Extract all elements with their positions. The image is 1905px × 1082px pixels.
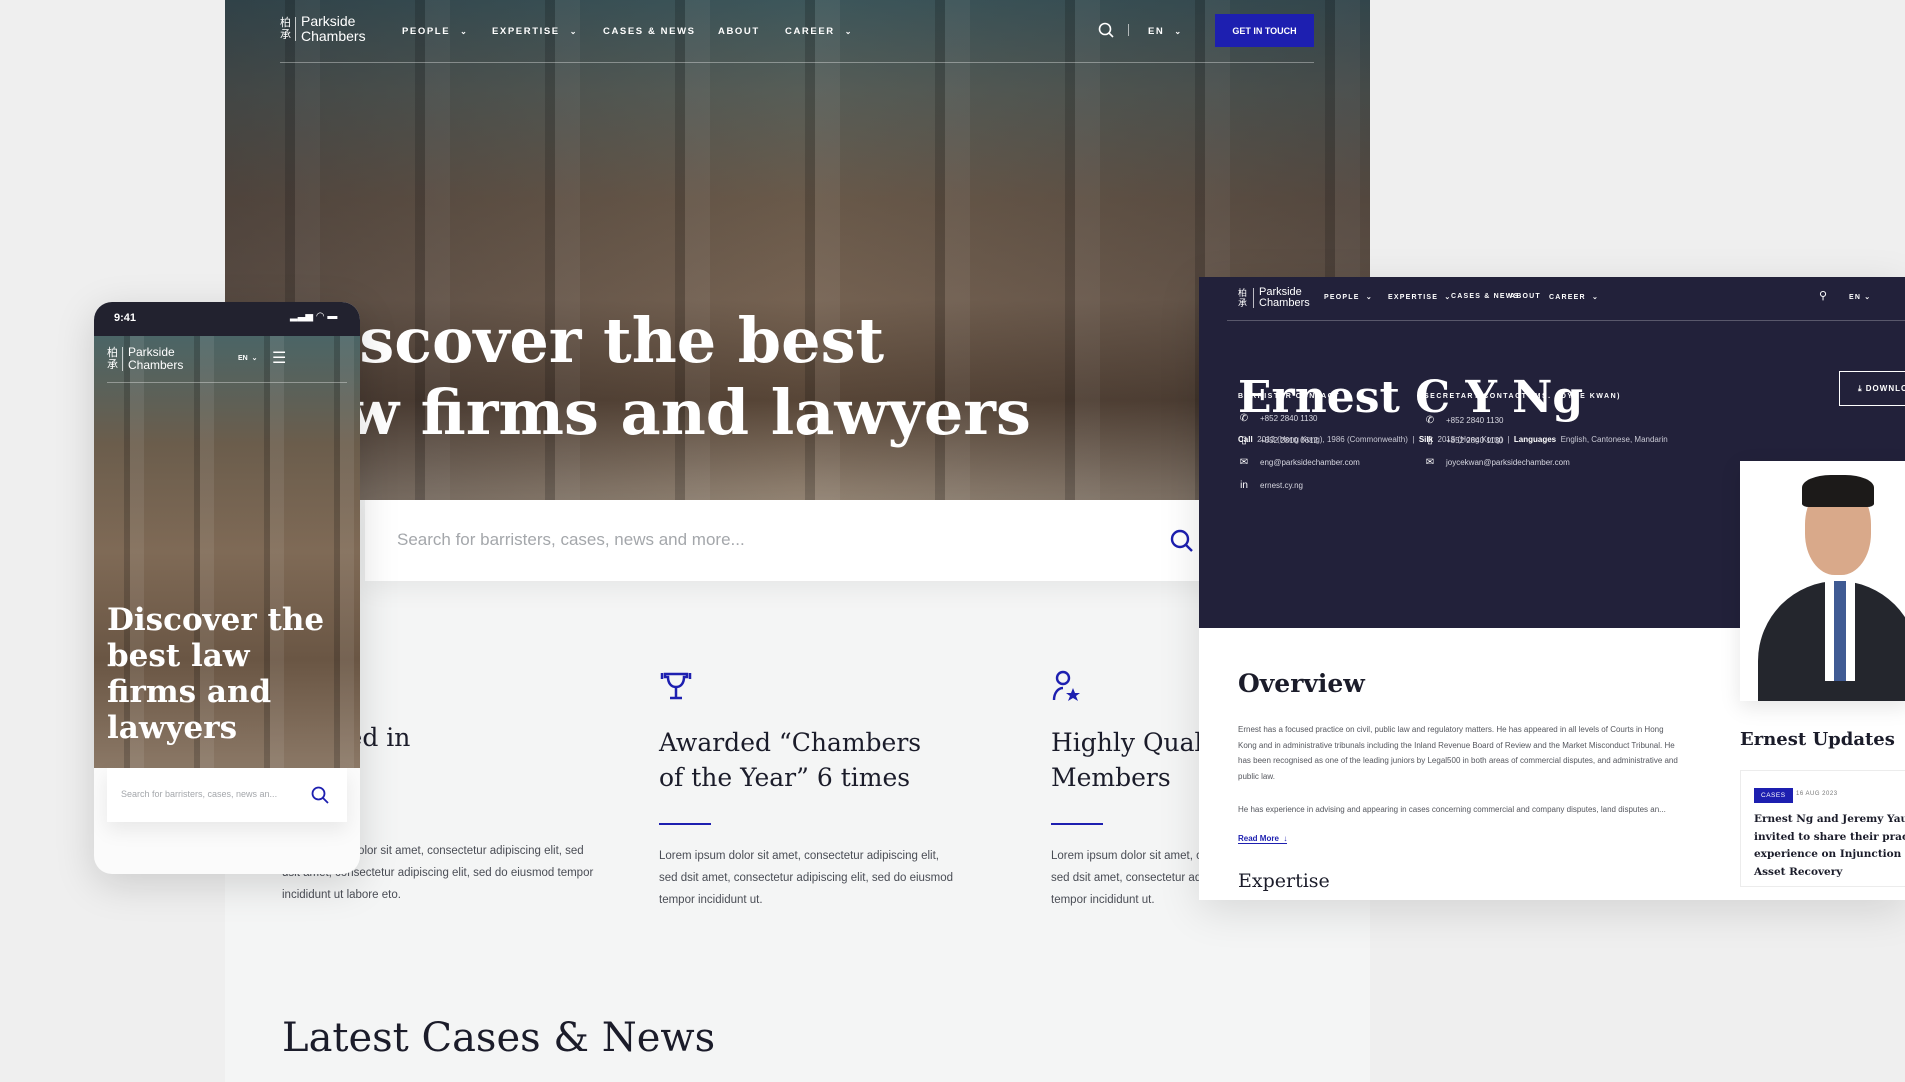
mobile-hero-headline: Discover the best law firms and lawyers — [107, 602, 325, 746]
hero-headline-line2: law firms and lawyers — [282, 376, 1031, 449]
overview-heading: Overview — [1238, 669, 1365, 698]
secretary-mobile[interactable]: ▯ +852 2840 1130 — [1424, 435, 1503, 446]
linkedin-icon: in — [1240, 480, 1248, 491]
profile-preview: 柏承 Parkside Chambers PEOPLE ⌄ EXPERTISE ⌄… — [1199, 277, 1905, 900]
updates-heading: Ernest Updates — [1740, 729, 1895, 750]
status-bar: 9:41 ▂▃▅ ◠ ▬ — [94, 302, 360, 336]
secretary-phone[interactable]: ✆ +852 2840 1130 — [1424, 415, 1504, 426]
barrister-email[interactable]: ✉ eng@parksidechamber.com — [1238, 457, 1360, 468]
nav-about[interactable]: ABOUT — [1510, 293, 1541, 300]
download-icon: ⤓ — [1858, 384, 1863, 393]
update-card[interactable]: CASES 16 AUG 2023 Ernest Ng and Jeremy Y… — [1740, 770, 1905, 887]
mobile-language-select[interactable]: EN ⌄ — [238, 354, 258, 362]
hamburger-menu-icon[interactable]: ☰ — [272, 348, 286, 368]
feature-awarded: Awarded “Chambers of the Year” 6 times L… — [659, 670, 959, 911]
signal-wifi-battery-icon: ▂▃▅ ◠ ▬ — [290, 311, 338, 322]
barrister-phone[interactable]: ✆ +852 2840 1130 — [1238, 413, 1318, 424]
email-icon: ✉ — [1239, 457, 1249, 468]
mobile-preview: 9:41 ▂▃▅ ◠ ▬ 柏承 Parkside Chambers EN ⌄ ☰ … — [94, 302, 360, 874]
update-tag: CASES — [1754, 788, 1793, 803]
overview-text: Ernest has a focused practice on civil, … — [1238, 725, 1678, 781]
barrister-contact-heading: BARRISTER CONTACT — [1238, 393, 1340, 400]
nav-cases-news[interactable]: CASES & NEWS — [603, 26, 696, 37]
nav-people[interactable]: PEOPLE ⌄ — [402, 26, 468, 37]
language-select[interactable]: EN ⌄ — [1849, 293, 1871, 301]
update-title: Ernest Ng and Jeremy Yau were invited to… — [1754, 813, 1905, 878]
expertise-heading: Expertise — [1238, 870, 1330, 892]
secretary-email[interactable]: ✉ joycekwan@parksidechamber.com — [1424, 457, 1570, 468]
nav-people[interactable]: PEOPLE ⌄ — [1324, 293, 1373, 301]
overview-text-2: He has experience in advising and appear… — [1238, 805, 1666, 814]
chevron-down-icon: ⌄ — [460, 27, 469, 36]
chevron-down-icon: ⌄ — [844, 27, 854, 36]
secretary-contact-heading: SECRETARY CONTACT (MS. JOYCE KWAN) — [1424, 393, 1621, 400]
hero-headline-line1: Discover the best — [282, 304, 885, 377]
profile-logo[interactable]: 柏承 Parkside Chambers — [1238, 287, 1310, 309]
user-star-icon — [1052, 670, 1080, 701]
barrister-mobile[interactable]: ▯ +852 2810 0612 — [1238, 435, 1318, 446]
chevron-down-icon: ⌄ — [1174, 27, 1183, 36]
download-button[interactable]: ⤓ DOWNLOAD — [1839, 371, 1905, 406]
nav-career[interactable]: CAREER ⌄ — [1549, 293, 1599, 301]
email-icon: ✉ — [1425, 457, 1435, 468]
nav-career[interactable]: CAREER ⌄ — [785, 26, 853, 37]
divider — [1128, 24, 1129, 36]
barrister-linkedin[interactable]: in ernest.cy.ng — [1238, 480, 1303, 491]
top-nav: 柏承 Parkside Chambers PEOPLE ⌄ EXPERTISE ⌄ C… — [280, 0, 1314, 63]
mobile-icon: ▯ — [1427, 435, 1433, 446]
search-icon[interactable] — [311, 786, 329, 804]
phone-icon: ✆ — [1425, 415, 1435, 426]
nav-expertise[interactable]: EXPERTISE ⌄ — [492, 26, 578, 37]
search-icon[interactable]: ⚲ — [1819, 289, 1827, 302]
chevron-down-icon: ⌄ — [569, 27, 579, 36]
language-select[interactable]: EN ⌄ — [1148, 26, 1183, 37]
arrow-down-icon: ↓ — [1283, 834, 1288, 843]
mobile-logo[interactable]: 柏承 Parkside Chambers — [107, 346, 183, 372]
phone-icon: ✆ — [1239, 413, 1249, 424]
logo[interactable]: 柏承 Parkside Chambers — [280, 14, 366, 44]
mobile-icon: ▯ — [1241, 435, 1247, 446]
get-in-touch-button[interactable]: GET IN TOUCH — [1215, 14, 1314, 47]
latest-cases-heading: Latest Cases & News — [282, 1015, 716, 1061]
search-icon[interactable] — [1098, 22, 1114, 38]
update-date: 16 AUG 2023 — [1796, 791, 1838, 797]
trophy-icon — [660, 672, 692, 700]
nav-expertise[interactable]: EXPERTISE ⌄ — [1388, 293, 1451, 301]
barrister-photo — [1740, 461, 1905, 701]
read-more-link[interactable]: Read More ↓ — [1238, 834, 1288, 844]
nav-about[interactable]: ABOUT — [718, 26, 760, 37]
mobile-search-input[interactable]: Search for barristers, cases, news an... — [107, 768, 347, 822]
search-icon[interactable] — [1170, 529, 1194, 553]
